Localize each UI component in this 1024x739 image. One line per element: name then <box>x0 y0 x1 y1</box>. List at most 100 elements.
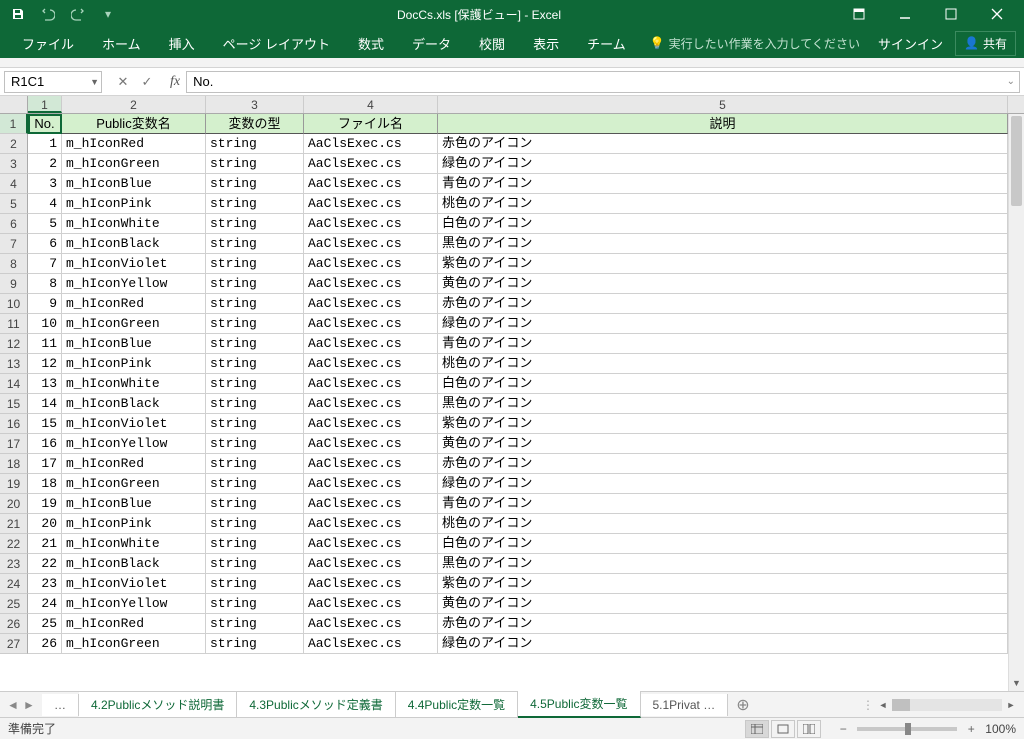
tab-data[interactable]: データ <box>398 28 465 59</box>
row-header[interactable]: 22 <box>0 534 28 554</box>
cell[interactable]: 桃色のアイコン <box>438 354 1008 374</box>
cell[interactable]: AaClsExec.cs <box>304 274 438 294</box>
cell[interactable]: 緑色のアイコン <box>438 634 1008 654</box>
cell[interactable]: 白色のアイコン <box>438 534 1008 554</box>
cell[interactable]: string <box>206 514 304 534</box>
row-header[interactable]: 3 <box>0 154 28 174</box>
cell[interactable]: AaClsExec.cs <box>304 434 438 454</box>
cell[interactable]: 24 <box>28 594 62 614</box>
cell[interactable]: string <box>206 174 304 194</box>
cell[interactable]: 緑色のアイコン <box>438 314 1008 334</box>
cell[interactable]: string <box>206 254 304 274</box>
cell[interactable]: 緑色のアイコン <box>438 154 1008 174</box>
cell[interactable]: m_hIconBlue <box>62 494 206 514</box>
save-icon[interactable] <box>4 2 32 26</box>
vertical-scrollbar[interactable]: ▼ <box>1008 114 1024 691</box>
cell[interactable]: string <box>206 374 304 394</box>
tell-me[interactable]: 💡 実行したい作業を入力してください <box>650 35 860 52</box>
scroll-down-icon[interactable]: ▼ <box>1009 675 1024 691</box>
row-header[interactable]: 2 <box>0 134 28 154</box>
cell[interactable]: 21 <box>28 534 62 554</box>
cell[interactable]: AaClsExec.cs <box>304 394 438 414</box>
cell[interactable]: AaClsExec.cs <box>304 414 438 434</box>
signin-link[interactable]: サインイン <box>878 34 943 53</box>
view-normal-icon[interactable] <box>745 720 769 738</box>
cell[interactable]: 桃色のアイコン <box>438 514 1008 534</box>
row-header[interactable]: 25 <box>0 594 28 614</box>
cell[interactable]: 青色のアイコン <box>438 494 1008 514</box>
cell[interactable]: 紫色のアイコン <box>438 254 1008 274</box>
cell[interactable]: string <box>206 414 304 434</box>
cell[interactable]: string <box>206 554 304 574</box>
cell[interactable]: m_hIconWhite <box>62 534 206 554</box>
row-header[interactable]: 4 <box>0 174 28 194</box>
cell[interactable]: 23 <box>28 574 62 594</box>
cell[interactable]: AaClsExec.cs <box>304 134 438 154</box>
row-header[interactable]: 26 <box>0 614 28 634</box>
tab-team[interactable]: チーム <box>573 28 640 59</box>
cell[interactable]: AaClsExec.cs <box>304 594 438 614</box>
row-header[interactable]: 18 <box>0 454 28 474</box>
cell[interactable]: AaClsExec.cs <box>304 534 438 554</box>
cell[interactable]: 17 <box>28 454 62 474</box>
cell[interactable]: m_hIconPink <box>62 194 206 214</box>
cell[interactable]: 20 <box>28 514 62 534</box>
row-header[interactable]: 17 <box>0 434 28 454</box>
sheet-tab[interactable]: 4.4Public定数一覧 <box>396 692 518 717</box>
share-button[interactable]: 👤 共有 <box>955 31 1016 56</box>
hscroll-right-icon[interactable]: ► <box>1004 700 1018 710</box>
cell[interactable]: m_hIconBlue <box>62 334 206 354</box>
cell[interactable]: 紫色のアイコン <box>438 414 1008 434</box>
cell[interactable]: 黒色のアイコン <box>438 234 1008 254</box>
row-header[interactable]: 12 <box>0 334 28 354</box>
cell[interactable]: 9 <box>28 294 62 314</box>
cell[interactable]: m_hIconGreen <box>62 154 206 174</box>
sheet-nav-prev-icon[interactable]: ◄ <box>6 698 20 712</box>
cell[interactable]: m_hIconBlack <box>62 234 206 254</box>
cell[interactable]: m_hIconBlack <box>62 394 206 414</box>
sheet-tab-more[interactable]: … <box>42 694 79 716</box>
cell[interactable]: string <box>206 494 304 514</box>
cell[interactable]: string <box>206 434 304 454</box>
cell[interactable]: 1 <box>28 134 62 154</box>
col-header[interactable]: 2 <box>62 96 206 113</box>
tab-formulas[interactable]: 数式 <box>344 28 398 59</box>
cell[interactable]: Public変数名 <box>62 114 206 134</box>
cell[interactable]: 15 <box>28 414 62 434</box>
cell[interactable]: 白色のアイコン <box>438 374 1008 394</box>
cell[interactable]: m_hIconWhite <box>62 214 206 234</box>
view-pagebreak-icon[interactable] <box>797 720 821 738</box>
zoom-slider[interactable] <box>857 727 957 731</box>
cell[interactable]: 赤色のアイコン <box>438 454 1008 474</box>
cell[interactable]: 16 <box>28 434 62 454</box>
cell[interactable]: m_hIconViolet <box>62 414 206 434</box>
row-header[interactable]: 8 <box>0 254 28 274</box>
cell[interactable]: m_hIconYellow <box>62 594 206 614</box>
hscroll-track[interactable] <box>892 699 1002 711</box>
cell[interactable]: 6 <box>28 234 62 254</box>
tab-pagelayout[interactable]: ページ レイアウト <box>209 28 344 59</box>
tab-home[interactable]: ホーム <box>88 28 155 59</box>
row-header[interactable]: 11 <box>0 314 28 334</box>
row-header[interactable]: 1 <box>0 114 28 134</box>
cell[interactable]: AaClsExec.cs <box>304 474 438 494</box>
chevron-down-icon[interactable]: ▼ <box>90 77 99 87</box>
cell[interactable]: 赤色のアイコン <box>438 614 1008 634</box>
cell[interactable]: 黄色のアイコン <box>438 594 1008 614</box>
cell[interactable]: 10 <box>28 314 62 334</box>
cell[interactable]: m_hIconBlue <box>62 174 206 194</box>
row-header[interactable]: 27 <box>0 634 28 654</box>
cell[interactable]: AaClsExec.cs <box>304 174 438 194</box>
row-header[interactable]: 6 <box>0 214 28 234</box>
fx-icon[interactable]: fx <box>170 74 180 90</box>
cell[interactable]: m_hIconRed <box>62 614 206 634</box>
cell[interactable]: m_hIconGreen <box>62 314 206 334</box>
cell[interactable]: m_hIconBlack <box>62 554 206 574</box>
cell[interactable]: m_hIconGreen <box>62 634 206 654</box>
cell[interactable]: 12 <box>28 354 62 374</box>
cell[interactable]: m_hIconWhite <box>62 374 206 394</box>
cell[interactable]: ファイル名 <box>304 114 438 134</box>
col-header[interactable]: 1 <box>28 96 62 113</box>
sheet-tab[interactable]: 5.1Privat … <box>641 694 729 716</box>
cell[interactable]: AaClsExec.cs <box>304 574 438 594</box>
